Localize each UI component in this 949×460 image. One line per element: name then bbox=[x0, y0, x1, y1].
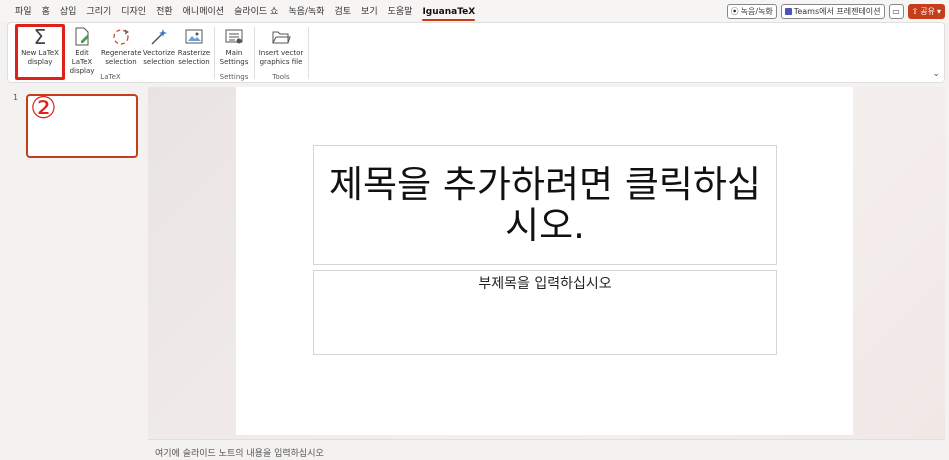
tab-draw[interactable]: 그리기 bbox=[81, 0, 116, 22]
edit-document-icon bbox=[73, 25, 91, 49]
regenerate-icon bbox=[111, 25, 131, 49]
tab-view[interactable]: 보기 bbox=[356, 0, 383, 22]
tab-animations[interactable]: 애니메이션 bbox=[178, 0, 229, 22]
share-button[interactable]: ⇪ 공유 ▾ bbox=[907, 4, 945, 19]
slide-number: 1 bbox=[13, 93, 19, 102]
vectorize-selection-button[interactable]: Vectorize selection bbox=[142, 25, 176, 67]
latex-group: Σ New LaTeX display Edit LaTeX display R… bbox=[8, 23, 213, 83]
step-annotation: ② bbox=[30, 91, 57, 126]
main-settings-button[interactable]: Main Settings bbox=[217, 25, 251, 67]
main-settings-label: Main Settings bbox=[219, 49, 249, 66]
slide: 제목을 추가하려면 클릭하십시오. 부제목을 입력하십시오 bbox=[236, 87, 853, 435]
tab-iguanatex[interactable]: IguanaTeX bbox=[417, 0, 480, 22]
record-button[interactable]: ⦿ 녹음/녹화 bbox=[726, 4, 777, 19]
comment-icon: ▭ bbox=[892, 7, 900, 16]
settings-group: Main Settings Settings bbox=[215, 23, 253, 83]
latex-group-label: LaTeX bbox=[100, 73, 121, 81]
collapse-ribbon-icon[interactable]: ⌄ bbox=[932, 69, 940, 79]
tab-record[interactable]: 녹음/녹화 bbox=[283, 0, 329, 22]
tab-review[interactable]: 검토 bbox=[329, 0, 356, 22]
new-latex-display-label: New LaTeX display bbox=[21, 49, 59, 66]
teams-label: Teams에서 프레젠테이션 bbox=[793, 7, 881, 16]
ribbon: Σ New LaTeX display Edit LaTeX display R… bbox=[7, 22, 945, 83]
record-icon: ⦿ bbox=[730, 7, 739, 16]
tab-help[interactable]: 도움말 bbox=[383, 0, 418, 22]
settings-icon bbox=[224, 25, 244, 49]
notes-placeholder: 여기에 슬라이드 노트의 내용을 입력하십시오 bbox=[155, 449, 324, 459]
tab-insert[interactable]: 삽입 bbox=[55, 0, 82, 22]
title-placeholder: 제목을 추가하려면 클릭하십시오. bbox=[328, 163, 761, 247]
vectorize-selection-label: Vectorize selection bbox=[142, 49, 176, 66]
sigma-icon: Σ bbox=[33, 24, 47, 49]
regenerate-selection-label: Regenerate selection bbox=[101, 49, 142, 66]
rasterize-selection-button[interactable]: Rasterize selection bbox=[177, 25, 211, 67]
edit-latex-display-button[interactable]: Edit LaTeX display bbox=[64, 25, 100, 76]
rasterize-selection-label: Rasterize selection bbox=[177, 49, 211, 66]
image-icon bbox=[184, 25, 204, 49]
folder-open-icon bbox=[271, 25, 291, 49]
subtitle-placeholder: 부제목을 입력하십시오 bbox=[478, 276, 612, 292]
new-latex-display-button[interactable]: Σ New LaTeX display bbox=[16, 25, 64, 67]
share-icon: ⇪ bbox=[911, 7, 919, 16]
chevron-down-icon: ▾ bbox=[936, 7, 941, 16]
tab-design[interactable]: 디자인 bbox=[116, 0, 151, 22]
insert-vector-graphics-button[interactable]: Insert vector graphics file bbox=[257, 25, 305, 67]
share-label: 공유 bbox=[920, 7, 935, 16]
tab-slideshow[interactable]: 슬라이드 쇼 bbox=[229, 0, 283, 22]
record-label: 녹음/녹화 bbox=[740, 7, 773, 16]
menu-tabs: 파일 홈 삽입 그리기 디자인 전환 애니메이션 슬라이드 쇼 녹음/녹화 검토… bbox=[0, 0, 480, 22]
tab-file[interactable]: 파일 bbox=[10, 0, 37, 22]
tab-home[interactable]: 홈 bbox=[37, 0, 55, 22]
notes-pane[interactable]: 여기에 슬라이드 노트의 내용을 입력하십시오 bbox=[148, 439, 945, 460]
tab-transitions[interactable]: 전환 bbox=[151, 0, 178, 22]
teams-icon bbox=[784, 8, 792, 15]
group-divider bbox=[308, 27, 309, 79]
teams-present-button[interactable]: Teams에서 프레젠테이션 bbox=[780, 4, 885, 19]
regenerate-selection-button[interactable]: Regenerate selection bbox=[101, 25, 142, 67]
tools-group-label: Tools bbox=[272, 73, 290, 81]
subtitle-placeholder-box[interactable]: 부제목을 입력하십시오 bbox=[313, 270, 777, 355]
menu-bar: 파일 홈 삽입 그리기 디자인 전환 애니메이션 슬라이드 쇼 녹음/녹화 검토… bbox=[0, 0, 949, 22]
title-placeholder-box[interactable]: 제목을 추가하려면 클릭하십시오. bbox=[313, 145, 777, 265]
tools-group: Insert vector graphics file Tools bbox=[255, 23, 307, 83]
insert-vector-graphics-label: Insert vector graphics file bbox=[258, 49, 304, 66]
settings-group-label: Settings bbox=[219, 73, 249, 81]
title-bar-controls: ⦿ 녹음/녹화 Teams에서 프레젠테이션 ▭ ⇪ 공유 ▾ bbox=[726, 4, 945, 19]
slide-thumbnails-panel: 1 bbox=[7, 87, 148, 456]
edit-latex-display-label: Edit LaTeX display bbox=[69, 49, 95, 75]
magic-wand-icon bbox=[149, 25, 169, 49]
comments-button[interactable]: ▭ bbox=[888, 4, 904, 19]
